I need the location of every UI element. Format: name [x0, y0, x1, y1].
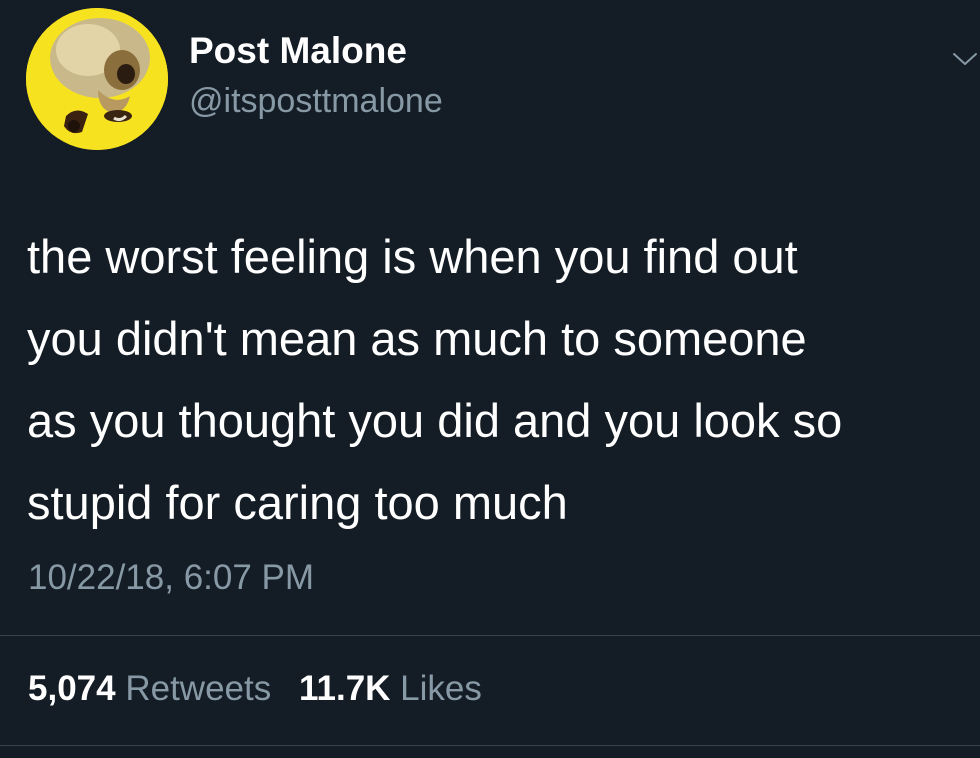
tweet-text-line: as you thought you did and you look so: [27, 394, 843, 447]
divider: [0, 635, 980, 636]
tweet-text-line: the worst feeling is when you find out: [27, 230, 798, 283]
likes-stat[interactable]: 11.7K Likes: [299, 669, 482, 709]
chevron-down-icon[interactable]: [950, 46, 980, 70]
tweet-timestamp[interactable]: 10/22/18, 6:07 PM: [28, 558, 314, 598]
retweets-count: 5,074: [28, 669, 116, 708]
tweet-card: Post Malone @itsposttmalone the worst fe…: [0, 0, 980, 758]
divider: [0, 745, 980, 746]
retweets-stat[interactable]: 5,074 Retweets: [28, 669, 271, 709]
retweets-label: Retweets: [125, 669, 272, 708]
author-handle[interactable]: @itsposttmalone: [189, 82, 443, 121]
tweet-text-line: stupid for caring too much: [27, 476, 568, 529]
tweet-text: the worst feeling is when you find out y…: [27, 216, 967, 544]
likes-count: 11.7K: [298, 669, 391, 708]
tweet-stats: 5,074 Retweets 11.7K Likes: [28, 669, 500, 709]
avatar[interactable]: [26, 8, 168, 150]
author-display-name[interactable]: Post Malone: [189, 30, 407, 72]
likes-label: Likes: [400, 669, 482, 708]
tweet-text-line: you didn't mean as much to someone: [27, 312, 807, 365]
